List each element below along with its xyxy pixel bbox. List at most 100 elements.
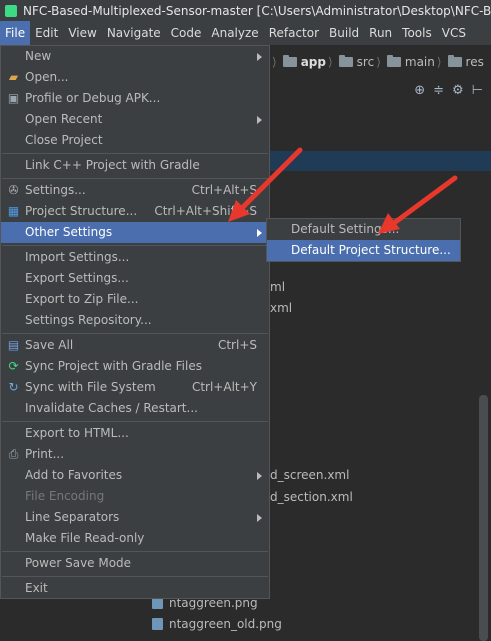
hide-icon[interactable]: ⊢ <box>472 83 483 98</box>
tree-item-fragment[interactable]: ml <box>270 280 285 294</box>
folder-icon <box>282 55 297 67</box>
breadcrumb-app[interactable]: app <box>301 55 326 69</box>
submenu-item-default-settings[interactable]: Default Settings... <box>267 219 460 240</box>
menu-item-shortcut: Ctrl+Alt+S <box>191 183 257 197</box>
menu-item-label: Close Project <box>25 133 103 147</box>
menu-item-label: Import Settings... <box>25 250 130 264</box>
menu-divider <box>2 421 268 422</box>
breadcrumb-main[interactable]: main <box>405 55 435 69</box>
menu-item-project-structure[interactable]: ▦ Project Structure... Ctrl+Alt+Shift+S <box>1 201 269 222</box>
project-structure-icon: ▦ <box>7 204 20 218</box>
wrench-icon: ✇ <box>8 183 19 197</box>
submenu-arrow-icon <box>257 116 262 124</box>
menu-item-other-settings[interactable]: Other Settings <box>1 222 269 243</box>
menu-divider <box>2 153 268 154</box>
menu-tools[interactable]: Tools <box>397 21 437 45</box>
submenu-item-default-project-structure[interactable]: Default Project Structure... <box>267 240 460 261</box>
menu-divider <box>2 333 268 334</box>
menu-vcs[interactable]: VCS <box>437 21 471 45</box>
menu-item-label: Exit <box>25 581 48 595</box>
menu-item-invalidate-caches[interactable]: Invalidate Caches / Restart... <box>1 398 269 419</box>
title-bar: NFC-Based-Multiplexed-Sensor-master [C:\… <box>0 0 491 21</box>
menu-item-label: Sync with File System <box>25 380 156 394</box>
menu-item-add-favorites[interactable]: Add to Favorites <box>1 465 269 486</box>
menu-view[interactable]: View <box>63 21 101 45</box>
menu-item-label: Other Settings <box>25 225 113 239</box>
folder-icon <box>447 55 462 67</box>
menu-item-open-recent[interactable]: Open Recent <box>1 109 269 130</box>
menu-item-line-separators[interactable]: Line Separators <box>1 507 269 528</box>
breadcrumb-src[interactable]: src <box>357 55 375 69</box>
menu-item-label: Power Save Mode <box>25 556 132 570</box>
submenu-arrow-icon <box>257 514 262 522</box>
menu-item-label: Settings... <box>25 183 86 197</box>
menu-item-close-project[interactable]: Close Project <box>1 130 269 151</box>
save-icon: ▤ <box>7 338 20 352</box>
menu-item-open[interactable]: ▰ Open... <box>1 67 269 88</box>
menu-item-label: Export to Zip File... <box>25 292 139 306</box>
menu-code[interactable]: Code <box>166 21 207 45</box>
menu-item-label: Settings Repository... <box>25 313 152 327</box>
menu-navigate[interactable]: Navigate <box>102 21 166 45</box>
menu-item-export-settings[interactable]: Export Settings... <box>1 268 269 289</box>
menu-edit[interactable]: Edit <box>30 21 63 45</box>
tree-item-file[interactable]: ntaggreen_old.png <box>152 617 282 631</box>
menu-item-sync-gradle[interactable]: ⟳ Sync Project with Gradle Files <box>1 356 269 377</box>
menu-file[interactable]: File <box>0 21 31 45</box>
menu-item-power-save-mode[interactable]: Power Save Mode <box>1 553 269 574</box>
menu-item-label: Export to HTML... <box>25 426 129 440</box>
menu-item-make-readonly[interactable]: Make File Read-only <box>1 528 269 549</box>
submenu-arrow-icon <box>257 229 262 237</box>
submenu-arrow-icon <box>257 472 262 480</box>
project-toolbar: ⊕ ≑ ⚙ ⊢ <box>270 80 491 100</box>
menu-item-label: Export Settings... <box>25 271 129 285</box>
menu-item-shortcut: Ctrl+S <box>217 338 257 352</box>
collapse-icon[interactable]: ≑ <box>433 83 444 98</box>
file-menu: New ▰ Open... ▣ Profile or Debug APK... … <box>0 45 270 599</box>
menu-item-label: File Encoding <box>25 489 105 503</box>
menu-item-save-all[interactable]: ▤ Save All Ctrl+S <box>1 335 269 356</box>
menu-item-settings-repository[interactable]: Settings Repository... <box>1 310 269 331</box>
tree-item-fragment[interactable]: d_screen.xml <box>270 468 349 482</box>
menu-item-label: Sync Project with Gradle Files <box>25 359 202 373</box>
target-icon[interactable]: ⊕ <box>414 83 425 98</box>
scrollbar[interactable] <box>479 395 488 641</box>
menu-item-label: Print... <box>25 447 65 461</box>
printer-icon: ⎙ <box>8 447 19 461</box>
menu-item-import-settings[interactable]: Import Settings... <box>1 247 269 268</box>
menu-item-print[interactable]: ⎙ Print... <box>1 444 269 465</box>
menu-item-label: Open... <box>25 70 69 84</box>
menu-item-export-html[interactable]: Export to HTML... <box>1 423 269 444</box>
menu-item-label: Default Settings... <box>291 222 400 236</box>
menu-divider <box>2 178 268 179</box>
gradle-sync-icon: ⟳ <box>8 359 19 373</box>
menu-bar: File Edit View Navigate Code Analyze Ref… <box>0 21 491 45</box>
gear-icon[interactable]: ⚙ <box>452 83 464 98</box>
menu-item-link-cpp[interactable]: Link C++ Project with Gradle <box>1 155 269 176</box>
menu-build[interactable]: Build <box>324 21 364 45</box>
menu-item-label: Save All <box>25 338 74 352</box>
tree-item-fragment[interactable]: xml <box>270 301 292 315</box>
menu-item-profile-debug-apk[interactable]: ▣ Profile or Debug APK... <box>1 88 269 109</box>
image-file-icon <box>152 618 163 630</box>
breadcrumb-res[interactable]: res <box>466 55 484 69</box>
menu-item-exit[interactable]: Exit <box>1 578 269 599</box>
breadcrumb: ⟩ app ⟩ src ⟩ main ⟩ res <box>270 50 491 74</box>
menu-item-label: Default Project Structure... <box>291 243 451 257</box>
menu-item-export-zip[interactable]: Export to Zip File... <box>1 289 269 310</box>
menu-item-settings[interactable]: ✇ Settings... Ctrl+Alt+S <box>1 180 269 201</box>
menu-refactor[interactable]: Refactor <box>264 21 324 45</box>
tree-item-fragment[interactable]: d_section.xml <box>270 490 353 504</box>
window-title: NFC-Based-Multiplexed-Sensor-master [C:\… <box>23 3 491 18</box>
folder-icon <box>386 55 401 67</box>
menu-item-new[interactable]: New <box>1 46 269 67</box>
menu-item-shortcut: Ctrl+Alt+Shift+S <box>154 204 257 218</box>
menu-divider <box>2 576 268 577</box>
menu-analyze[interactable]: Analyze <box>206 21 263 45</box>
menu-run[interactable]: Run <box>364 21 397 45</box>
menu-divider <box>2 245 268 246</box>
menu-item-label: Open Recent <box>25 112 103 126</box>
menu-item-label: Project Structure... <box>25 204 138 218</box>
menu-item-shortcut: Ctrl+Alt+Y <box>191 380 257 394</box>
menu-item-sync-filesystem[interactable]: ↻ Sync with File System Ctrl+Alt+Y <box>1 377 269 398</box>
